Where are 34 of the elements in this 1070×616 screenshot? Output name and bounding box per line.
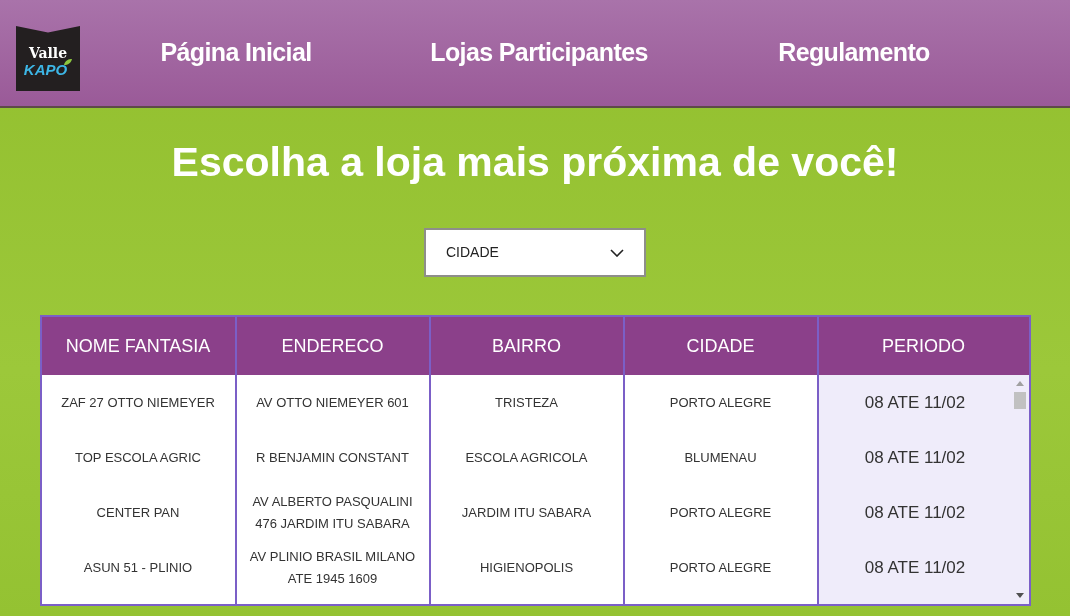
leaf-icon <box>64 59 73 65</box>
logo[interactable]: Valle KAPO <box>16 26 80 91</box>
table-cell-text: HIGIENOPOLIS <box>479 558 574 577</box>
table-cell-text: ZAF 27 OTTO NIEMEYER <box>61 393 215 412</box>
table-cell-text: JARDIM ITU SABARA <box>461 503 592 522</box>
column-header: PERIODO <box>881 334 966 358</box>
table-cell-text: ASUN 51 - PLINIO <box>83 558 193 577</box>
nav-link[interactable]: Regulamento <box>778 34 930 72</box>
logo-text: Valle <box>28 45 68 61</box>
table-cell: 08 ATE 11/02 <box>864 391 966 414</box>
table-cell-text: PORTO ALEGRE <box>669 558 772 577</box>
logo-text: KAPO <box>23 61 68 78</box>
table-cell-text: AV PLINIO BRASIL MILANO ATE 1945 1609 <box>248 547 417 588</box>
table-cell: 08 ATE 11/02 <box>864 556 966 579</box>
scroll-up-arrow-icon[interactable] <box>1016 381 1024 386</box>
page-heading: Escolha a loja mais próxima de você! <box>171 138 899 187</box>
table-cell-text: BLUMENAU <box>684 448 757 467</box>
table-cell-text: R BENJAMIN CONSTANT <box>256 448 409 467</box>
table-cell: 08 ATE 11/02 <box>864 501 966 524</box>
nav-link[interactable]: Lojas Participantes <box>430 34 648 72</box>
table-cell-text: TRISTEZA <box>495 393 558 412</box>
table-cell-text: PORTO ALEGRE <box>669 393 772 412</box>
nav-link[interactable]: Página Inicial <box>160 34 312 72</box>
table-cell-text: AV ALBERTO PASQUALINI 476 JARDIM ITU SABARA <box>251 492 414 533</box>
table-cell-text: CENTER PAN <box>96 503 180 522</box>
scroll-down-arrow-icon[interactable] <box>1016 593 1024 598</box>
table-cell: 08 ATE 11/02 <box>864 446 966 469</box>
table-cell-text: ESCOLA AGRICOLA <box>465 448 588 467</box>
city-dropdown[interactable]: CIDADE <box>424 228 646 277</box>
scrollbar-thumb[interactable] <box>1014 392 1026 409</box>
table-cell-text: AV OTTO NIEMEYER 601 <box>256 393 409 412</box>
table-cell-text: PORTO ALEGRE <box>669 503 772 522</box>
chevron-down-icon <box>610 248 624 257</box>
table-cell-text: TOP ESCOLA AGRIC <box>75 448 201 467</box>
